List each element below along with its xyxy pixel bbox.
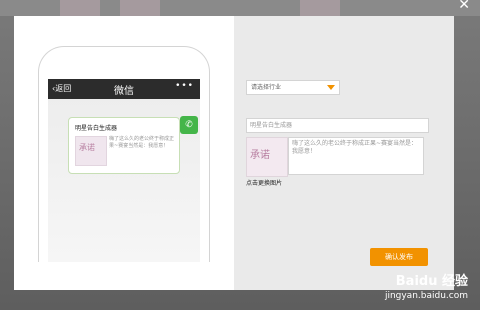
- message-thumbnail: 承诺: [75, 136, 107, 166]
- phone-mockup: ‹返回 微信 ••• 明星告白生成器 承诺 嗨了这么久的老公终于称成正果~赛宴当…: [38, 46, 210, 262]
- form-pane: 请选择行业 明星告白生成器 承诺 嗨了这么久的老公终于称成正果~赛宴当然是：我愿…: [234, 16, 454, 290]
- watermark-url: jingyan.baidu.com: [384, 291, 468, 301]
- watermark-brand: Baidu 经验: [395, 274, 468, 289]
- chevron-down-icon: [327, 85, 335, 90]
- industry-select[interactable]: 请选择行业: [246, 80, 340, 95]
- description-input[interactable]: 嗨了这么久的老公终于称成正果~赛宴当然是：我愿意！: [288, 137, 424, 175]
- background-thumb: [300, 0, 340, 16]
- change-image-link[interactable]: 点击更换图片: [246, 178, 282, 187]
- upload-image[interactable]: 承诺: [246, 137, 288, 177]
- message-title: 明星告白生成器: [75, 125, 118, 132]
- wechat-avatar-icon: ✆: [180, 116, 198, 134]
- thumbnail-text: 承诺: [79, 143, 95, 152]
- preview-pane: ‹返回 微信 ••• 明星告白生成器 承诺 嗨了这么久的老公终于称成正果~赛宴当…: [14, 16, 234, 290]
- title-input[interactable]: 明星告白生成器: [246, 118, 429, 133]
- close-icon[interactable]: ✕: [458, 0, 470, 12]
- background-thumb: [120, 0, 160, 16]
- upload-image-text: 承诺: [250, 150, 270, 161]
- background-strip: [0, 0, 480, 16]
- modal-dialog: ‹返回 微信 ••• 明星告白生成器 承诺 嗨了这么久的老公终于称成正果~赛宴当…: [14, 16, 454, 290]
- industry-select-label: 请选择行业: [251, 84, 282, 91]
- phone-screen: ‹返回 微信 ••• 明星告白生成器 承诺 嗨了这么久的老公终于称成正果~赛宴当…: [48, 79, 200, 262]
- more-icon[interactable]: •••: [175, 81, 194, 91]
- message-card: 明星告白生成器 承诺 嗨了这么久的老公终于称成正果~赛宴当然是：我愿意！: [68, 117, 180, 174]
- wechat-header: ‹返回 微信 •••: [48, 79, 200, 99]
- confirm-button[interactable]: 确认发布: [370, 248, 428, 266]
- message-description: 嗨了这么久的老公终于称成正果~赛宴当然是：我愿意！: [109, 136, 175, 149]
- background-thumb: [60, 0, 100, 16]
